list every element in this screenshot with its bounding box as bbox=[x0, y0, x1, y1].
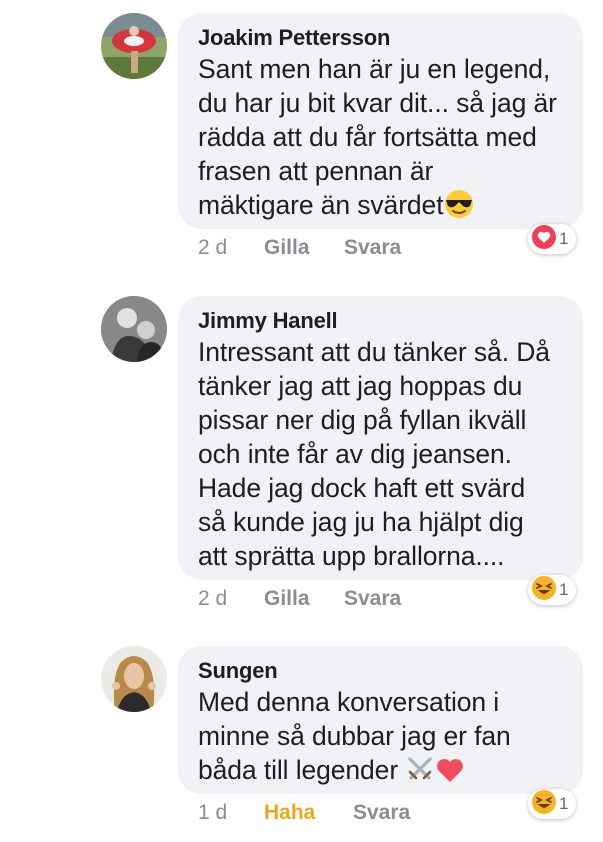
reaction-summary[interactable]: 1 bbox=[528, 789, 577, 819]
comment-line: Sant men han är ju en legend, bbox=[198, 54, 551, 84]
comment-line: mäktigare än svärdet bbox=[198, 188, 565, 227]
comment-line: och inte får av dig jeansen. bbox=[198, 439, 512, 469]
reply-button[interactable]: Svara bbox=[353, 800, 410, 826]
comment-line: tänker jag att jag hoppas du bbox=[198, 371, 523, 401]
comment-line: Hade jag dock haft ett svärd bbox=[198, 473, 526, 503]
avatar[interactable] bbox=[101, 296, 167, 362]
comment-bubble: Jimmy Hanell Intressant att du tänker så… bbox=[178, 296, 583, 580]
comment-line: så kunde jag ju ha hjälpt dig bbox=[198, 507, 524, 537]
like-button[interactable]: Gilla bbox=[264, 235, 310, 261]
haha-reaction-icon bbox=[532, 789, 556, 819]
comment-line: båda till legender bbox=[198, 753, 565, 792]
reaction-count: 1 bbox=[559, 794, 569, 813]
haha-reaction-icon bbox=[532, 575, 556, 605]
comment-line: pissar ner dig på fyllan ikväll bbox=[198, 405, 527, 435]
red-heart-icon bbox=[435, 756, 465, 792]
comment-author[interactable]: Joakim Pettersson bbox=[198, 25, 565, 51]
love-reaction-icon bbox=[532, 224, 556, 254]
avatar-photo-icon bbox=[101, 646, 167, 712]
reaction-count: 1 bbox=[559, 229, 569, 248]
reaction-summary[interactable]: 1 bbox=[528, 224, 577, 254]
comment-line-text: mäktigare än svärdet bbox=[198, 190, 444, 220]
haha-reaction-button[interactable]: Haha bbox=[264, 800, 315, 826]
comment-timestamp[interactable]: 2 d bbox=[198, 586, 227, 612]
comment-line: rädda att du får fortsätta med bbox=[198, 122, 537, 152]
comment-line: Intressant att du tänker så. Då bbox=[198, 337, 550, 367]
comment-timestamp[interactable]: 2 d bbox=[198, 235, 227, 261]
sunglasses-emoji-icon bbox=[443, 189, 475, 227]
comment-line: Med denna konversation i bbox=[198, 687, 500, 717]
avatar[interactable] bbox=[101, 13, 167, 79]
comment-author[interactable]: Jimmy Hanell bbox=[198, 308, 565, 334]
reaction-count: 1 bbox=[559, 580, 569, 599]
avatar-photo-icon bbox=[101, 13, 167, 79]
reaction-summary[interactable]: 1 bbox=[528, 575, 577, 605]
crossed-swords-icon bbox=[405, 754, 435, 792]
comment-text: Med denna konversation i minne så dubbar… bbox=[198, 685, 565, 792]
comment-author[interactable]: Sungen bbox=[198, 658, 565, 684]
comment-text: Intressant att du tänker så. Då tänker j… bbox=[198, 335, 565, 573]
comment-timestamp[interactable]: 1 d bbox=[198, 800, 227, 826]
comment-line: att sprätta upp brallorna.... bbox=[198, 541, 505, 571]
avatar-photo-icon bbox=[101, 296, 167, 362]
avatar[interactable] bbox=[101, 646, 167, 712]
like-button[interactable]: Gilla bbox=[264, 586, 310, 612]
comment-bubble: Joakim Pettersson Sant men han är ju en … bbox=[178, 13, 583, 229]
reply-button[interactable]: Svara bbox=[344, 586, 401, 612]
comment-bubble: Sungen Med denna konversation i minne så… bbox=[178, 646, 583, 794]
comment-line: minne så dubbar jag er fan bbox=[198, 721, 511, 751]
comment-line-text: båda till legender bbox=[198, 755, 399, 785]
reply-button[interactable]: Svara bbox=[344, 235, 401, 261]
comment-line: du har ju bit kvar dit... så jag är bbox=[198, 88, 557, 118]
comment-line: frasen att pennan är bbox=[198, 156, 434, 186]
comment-text: Sant men han är ju en legend, du har ju … bbox=[198, 52, 565, 227]
